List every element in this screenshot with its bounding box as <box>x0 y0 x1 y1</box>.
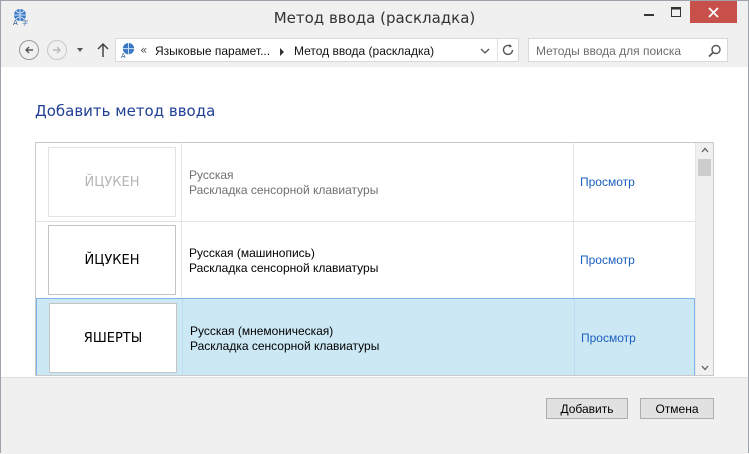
layout-type: Раскладка сенсорной клавиатуры <box>190 339 380 353</box>
vertical-scrollbar[interactable] <box>695 143 713 375</box>
arrow-left-icon <box>25 46 33 54</box>
recent-pages-chevron-down-icon[interactable] <box>75 45 85 55</box>
maximize-button[interactable] <box>662 1 689 23</box>
layout-name: Русская (машинопись) <box>189 246 315 260</box>
chevron-up-icon <box>701 147 708 153</box>
breadcrumb-overflow[interactable]: « <box>140 43 147 57</box>
search-input[interactable]: Методы ввода для поиска <box>536 44 681 58</box>
list-item-layout-russian-typewriter[interactable]: ЙЦУКЕН Русская (машинопись) Раскладка се… <box>36 221 695 300</box>
layout-description: Русская Раскладка сенсорной клавиатуры <box>189 168 378 198</box>
arrow-right-icon <box>53 46 61 54</box>
column-divider <box>573 221 574 299</box>
column-divider <box>181 221 182 299</box>
chevron-down-icon <box>701 365 708 371</box>
preview-link[interactable]: Просмотр <box>580 253 635 267</box>
minimize-button[interactable] <box>635 1 662 23</box>
preview-link[interactable]: Просмотр <box>580 175 635 189</box>
refresh-icon[interactable] <box>501 43 515 57</box>
list-item-layout-russian-mnemonic[interactable]: ЯШЕРТЫ Русская (мнемоническая) Раскладка… <box>36 298 695 375</box>
dialog-footer: Добавить Отмена <box>1 377 748 454</box>
keyboard-preview-tile: ЙЦУКЕН <box>48 225 176 295</box>
back-button[interactable] <box>19 40 39 60</box>
breadcrumb-chevron-right-icon[interactable] <box>279 48 285 56</box>
navigation-bar: A « Языковые парамет... Метод ввода (рас… <box>1 33 748 67</box>
keyboard-preview-tile: ЙЦУКЕН <box>48 147 176 217</box>
layout-name: Русская (мнемоническая) <box>190 324 334 338</box>
page-title: Добавить метод ввода <box>35 102 216 120</box>
scroll-down-button[interactable] <box>696 361 713 375</box>
add-button[interactable]: Добавить <box>546 398 628 419</box>
search-box[interactable]: Методы ввода для поиска <box>528 38 728 62</box>
arrow-up-icon[interactable] <box>96 42 110 58</box>
layout-name: Русская <box>189 168 234 182</box>
close-button[interactable] <box>690 1 737 23</box>
column-divider <box>574 299 575 375</box>
svg-text:A: A <box>121 52 126 59</box>
layout-type: Раскладка сенсорной клавиатуры <box>189 183 379 197</box>
breadcrumb-language-settings[interactable]: Языковые парамет... <box>155 44 270 58</box>
layout-description: Русская (машинопись) Раскладка сенсорной… <box>189 246 378 276</box>
scrollbar-thumb[interactable] <box>698 159 711 176</box>
search-icon[interactable] <box>708 44 722 58</box>
layout-type: Раскладка сенсорной клавиатуры <box>189 261 379 275</box>
cancel-button[interactable]: Отмена <box>640 398 714 419</box>
main-content: Добавить метод ввода ЙЦУКЕН Русская Раск… <box>1 67 748 454</box>
column-divider <box>182 299 183 375</box>
dialog-window: A 字 Метод ввода (раскладка) A « Языковые… <box>0 0 749 454</box>
address-divider <box>497 39 498 61</box>
keyboard-preview-tile: ЯШЕРТЫ <box>49 303 177 373</box>
language-location-icon: A <box>121 42 135 59</box>
layout-description: Русская (мнемоническая) Раскладка сенсор… <box>190 324 379 354</box>
column-divider <box>573 143 574 221</box>
forward-button[interactable] <box>47 40 67 60</box>
breadcrumb-input-method[interactable]: Метод ввода (раскладка) <box>294 44 434 58</box>
preview-link[interactable]: Просмотр <box>581 331 636 345</box>
column-divider <box>181 143 182 221</box>
minimize-icon <box>643 14 654 16</box>
scroll-up-button[interactable] <box>696 143 713 157</box>
maximize-icon <box>670 7 681 17</box>
input-method-list: ЙЦУКЕН Русская Раскладка сенсорной клави… <box>35 142 714 376</box>
address-chevron-down-icon[interactable] <box>480 47 490 55</box>
close-icon <box>708 6 719 18</box>
list-item-layout-russian[interactable]: ЙЦУКЕН Русская Раскладка сенсорной клави… <box>36 143 695 222</box>
address-bar[interactable]: A « Языковые парамет... Метод ввода (рас… <box>115 38 519 62</box>
title-bar[interactable]: A 字 Метод ввода (раскладка) <box>1 1 748 33</box>
